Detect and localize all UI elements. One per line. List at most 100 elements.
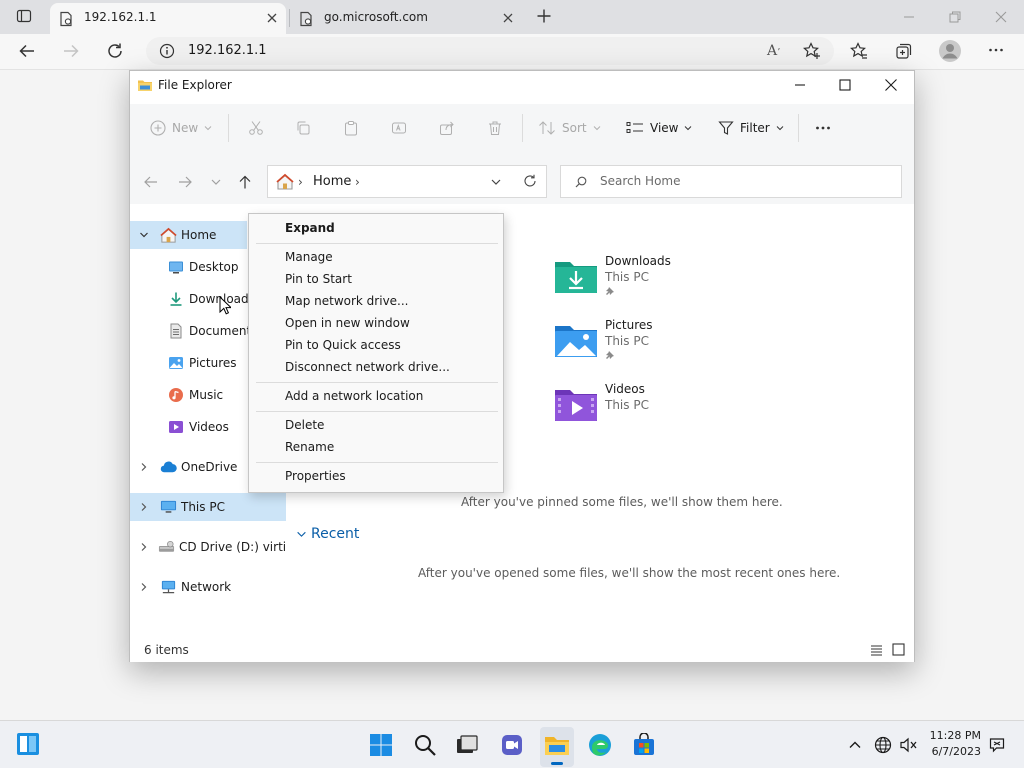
nav-item-network[interactable]: Network [130, 573, 286, 601]
maximize-icon[interactable] [838, 78, 852, 92]
clock-time[interactable]: 11:28 PM [924, 729, 981, 742]
more-menu-icon[interactable] [988, 42, 1004, 58]
close-tab-icon[interactable] [264, 10, 280, 26]
page-icon [298, 11, 314, 27]
folder-downloads[interactable]: Downloads This PC [554, 254, 754, 310]
copy-button[interactable] [295, 114, 311, 142]
profile-avatar[interactable] [938, 39, 962, 63]
recent-locations-icon[interactable] [210, 176, 222, 188]
sort-icon [539, 121, 555, 135]
share-button[interactable] [439, 114, 455, 142]
filter-icon [718, 121, 734, 135]
new-tab-icon[interactable] [536, 8, 552, 24]
nav-item-this-pc[interactable]: This PC [130, 493, 286, 521]
menu-item-rename[interactable]: Rename [285, 440, 334, 454]
menu-item-add-network-location[interactable]: Add a network location [285, 389, 423, 403]
restore-icon[interactable] [948, 10, 962, 24]
new-button[interactable]: New [150, 114, 212, 142]
chat-icon[interactable] [500, 733, 524, 757]
pin-icon [605, 286, 615, 296]
store-icon[interactable] [632, 733, 656, 757]
chevron-right-icon[interactable] [139, 582, 151, 592]
file-explorer-taskbar-icon[interactable] [540, 727, 574, 767]
sort-button[interactable]: Sort [538, 114, 601, 142]
browser-tab-active[interactable]: 192.162.1.1 [50, 3, 286, 34]
view-button[interactable]: View [626, 114, 692, 142]
network-globe-icon[interactable] [874, 736, 892, 754]
read-aloud-icon[interactable]: Aʼ [767, 43, 780, 59]
chevron-right-icon[interactable] [139, 542, 149, 552]
recent-empty-message: After you've opened some files, we'll sh… [418, 566, 841, 580]
volume-muted-icon[interactable] [900, 737, 918, 753]
menu-item-map-network-drive[interactable]: Map network drive... [285, 294, 409, 308]
see-more-button[interactable] [815, 114, 831, 142]
pin-icon [605, 350, 615, 360]
rename-button[interactable] [391, 114, 407, 142]
tiles-view-icon[interactable] [892, 643, 905, 656]
status-bar [130, 636, 914, 662]
refresh-icon[interactable] [523, 174, 537, 188]
delete-button[interactable] [487, 114, 503, 142]
site-info-icon[interactable] [159, 43, 175, 59]
clock-date[interactable]: 6/7/2023 [924, 745, 981, 758]
edge-icon[interactable] [588, 733, 612, 757]
cut-button[interactable] [248, 114, 264, 142]
forward-icon[interactable] [177, 174, 193, 190]
nav-label: Home [181, 228, 217, 242]
back-icon[interactable] [143, 174, 159, 190]
chevron-down-icon[interactable] [139, 230, 151, 240]
add-favorite-icon[interactable] [803, 42, 821, 60]
folder-videos[interactable]: Videos This PC [554, 382, 754, 438]
video-icon [168, 419, 184, 435]
folder-pictures[interactable]: Pictures This PC [554, 318, 754, 374]
collections-icon[interactable] [895, 42, 913, 60]
tab-actions-icon[interactable] [16, 8, 32, 24]
chevron-right-icon[interactable] [139, 502, 151, 512]
share-icon [440, 121, 454, 135]
browser-tab[interactable]: go.microsoft.com [290, 3, 522, 34]
chevron-down-icon [593, 126, 600, 131]
refresh-icon[interactable] [106, 42, 124, 60]
chevron-down-icon [685, 126, 692, 131]
favorites-icon[interactable] [850, 42, 868, 60]
chevron-right-icon[interactable] [139, 462, 151, 472]
close-tab-icon[interactable] [500, 10, 516, 26]
menu-item-properties[interactable]: Properties [285, 469, 346, 483]
toolbar-separator [798, 114, 799, 142]
paste-button[interactable] [343, 114, 359, 142]
search-icon[interactable] [413, 733, 437, 757]
home-icon [276, 173, 294, 191]
back-icon[interactable] [18, 42, 36, 60]
address-history-icon[interactable] [490, 176, 502, 188]
menu-item-open-new-window[interactable]: Open in new window [285, 316, 410, 330]
minimize-icon[interactable] [793, 78, 807, 92]
menu-item-manage[interactable]: Manage [285, 250, 333, 264]
minimize-icon[interactable] [902, 10, 916, 24]
nav-item-home[interactable]: Home [130, 221, 247, 249]
close-browser-icon[interactable] [994, 10, 1008, 24]
breadcrumb[interactable] [267, 165, 547, 198]
close-icon[interactable] [884, 78, 898, 92]
menu-item-expand[interactable]: Expand [285, 221, 335, 235]
notification-icon[interactable] [989, 737, 1005, 753]
menu-item-pin-to-start[interactable]: Pin to Start [285, 272, 352, 286]
task-view-icon[interactable] [455, 733, 479, 757]
filter-label: Filter [740, 121, 770, 135]
widgets-icon[interactable] [16, 732, 40, 756]
document-icon [168, 323, 184, 339]
plus-circle-icon [150, 120, 166, 136]
up-icon[interactable] [237, 174, 253, 190]
show-hidden-icons-icon[interactable] [848, 738, 862, 752]
nav-item-cd-drive[interactable]: CD Drive (D:) virtio-win [130, 533, 286, 561]
breadcrumb-home[interactable]: Home [313, 174, 351, 189]
recent-section-header[interactable]: Recent [296, 526, 359, 542]
folder-name: Downloads [605, 254, 671, 268]
filter-button[interactable]: Filter [718, 114, 784, 142]
start-icon[interactable] [369, 733, 393, 757]
folder-name: Videos [605, 382, 645, 396]
favorites-empty-message: After you've pinned some files, we'll sh… [461, 495, 783, 509]
menu-item-pin-quick-access[interactable]: Pin to Quick access [285, 338, 401, 352]
menu-item-disconnect-drive[interactable]: Disconnect network drive... [285, 360, 450, 374]
details-view-icon[interactable] [870, 644, 883, 656]
menu-item-delete[interactable]: Delete [285, 418, 324, 432]
